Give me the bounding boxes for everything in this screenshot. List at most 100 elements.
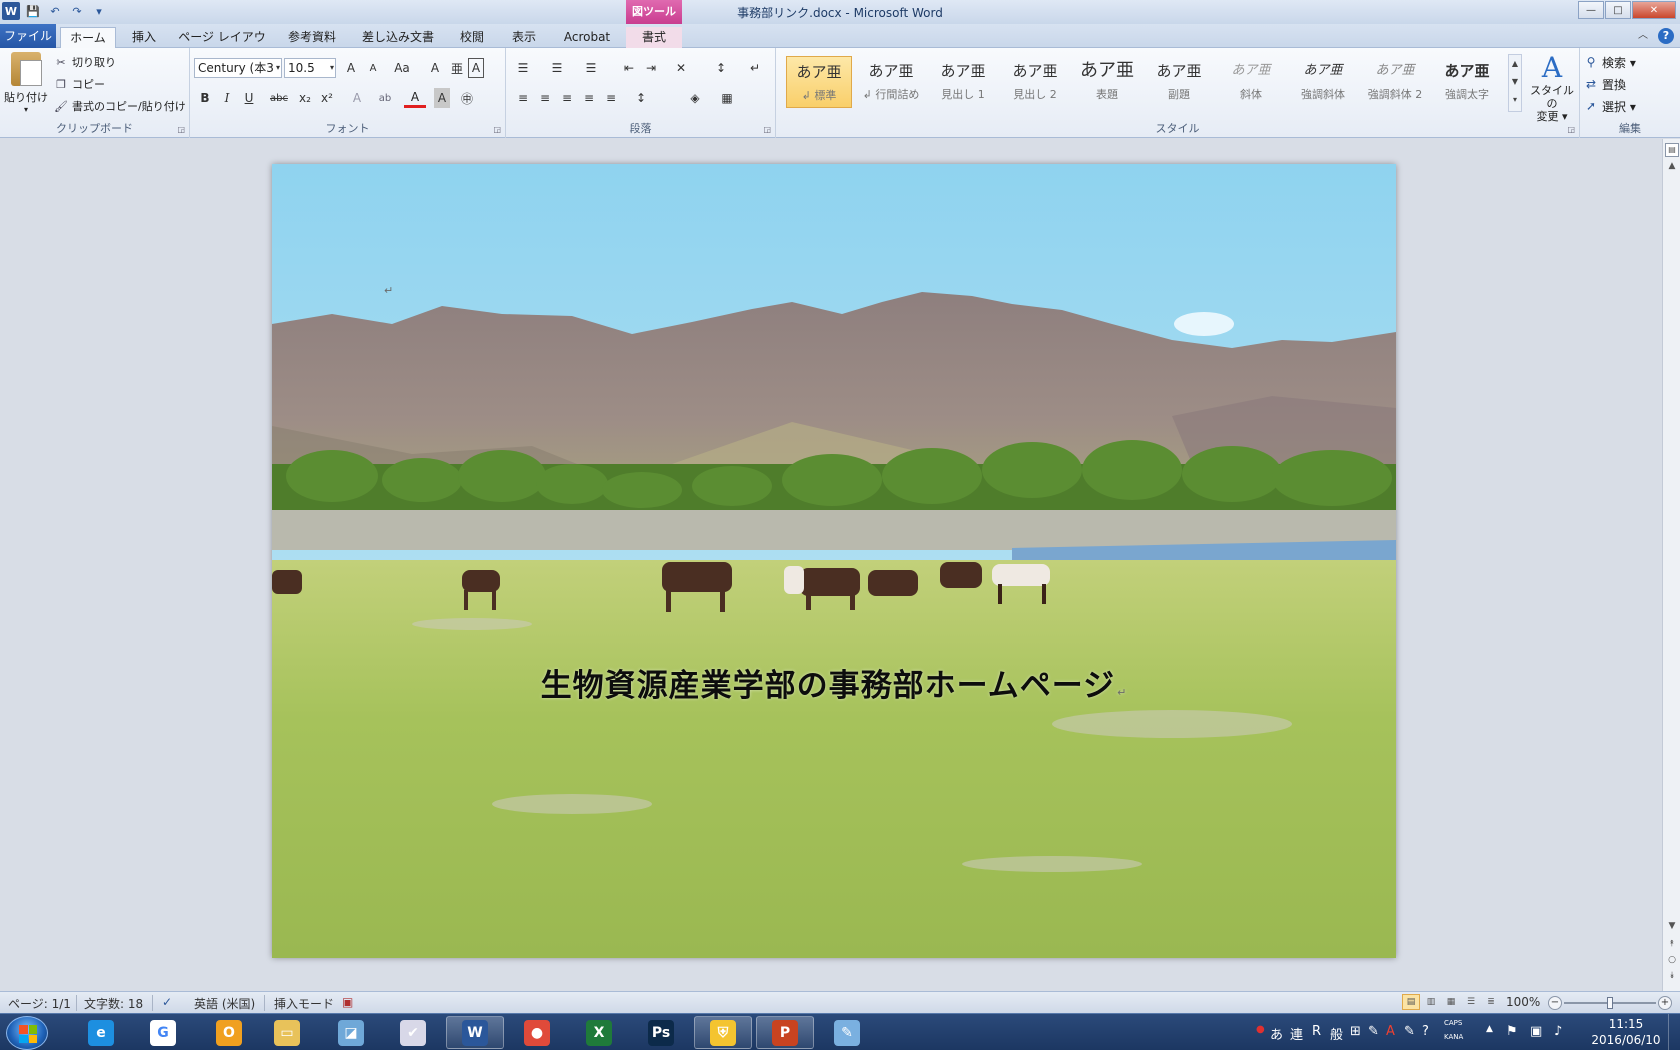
underline-button[interactable]: U bbox=[238, 88, 260, 108]
tab-insert[interactable]: 挿入 bbox=[124, 27, 164, 48]
proofing-icon[interactable]: ✓ bbox=[162, 995, 172, 1009]
ime-mode[interactable]: 般 bbox=[1330, 1024, 1343, 1043]
change-styles-button[interactable]: A スタイルの 変更 ▾ bbox=[1528, 52, 1576, 124]
draft-view-icon[interactable]: ≣ bbox=[1482, 994, 1500, 1010]
style-item-strong[interactable]: あア亜 強調太字 bbox=[1434, 56, 1500, 108]
help-icon[interactable]: ? bbox=[1658, 28, 1674, 44]
page-indicator[interactable]: ページ: 1/1 bbox=[8, 995, 71, 1012]
style-gallery-scroll[interactable]: ▲ ▼ ▾ bbox=[1508, 54, 1522, 112]
tab-view[interactable]: 表示 bbox=[504, 27, 544, 48]
taskbar-app-paint[interactable]: ✎ bbox=[818, 1016, 876, 1049]
font-launcher-icon[interactable]: ◲ bbox=[493, 125, 501, 134]
taskbar-app-excel[interactable]: X bbox=[570, 1016, 628, 1049]
taskbar-app-scheduler[interactable]: ✔ bbox=[384, 1016, 442, 1049]
char-shading-button[interactable]: A bbox=[434, 88, 450, 108]
cut-button[interactable]: ✂ 切り取り bbox=[54, 52, 116, 72]
tab-mailings[interactable]: 差し込み文書 bbox=[356, 27, 440, 48]
shrink-font-button[interactable]: A bbox=[362, 58, 384, 78]
taskbar-app-photoshop[interactable]: Ps bbox=[632, 1016, 690, 1049]
italic-button[interactable]: I bbox=[216, 88, 238, 108]
copy-button[interactable]: ❐ コピー bbox=[54, 74, 105, 94]
align-center-button[interactable]: ≡ bbox=[534, 88, 556, 108]
tab-acrobat[interactable]: Acrobat bbox=[556, 27, 618, 48]
style-item-heading-1[interactable]: あア亜 見出し 1 bbox=[930, 56, 996, 108]
taskbar-app-google[interactable]: G bbox=[134, 1016, 192, 1049]
format-painter-button[interactable]: 🖌 書式のコピー/貼り付け bbox=[54, 96, 186, 116]
multilevel-list-button[interactable]: ☰ bbox=[580, 58, 602, 78]
insert-mode-indicator[interactable]: 挿入モード bbox=[274, 995, 334, 1012]
ime-hiragana[interactable]: あ bbox=[1270, 1024, 1283, 1043]
action-center-flag-icon[interactable]: ⚑ bbox=[1506, 1024, 1518, 1039]
volume-icon[interactable]: ♪ bbox=[1554, 1024, 1562, 1039]
style-item-title[interactable]: あア亜 表題 bbox=[1074, 56, 1140, 108]
tab-page-layout[interactable]: ページ レイアウト bbox=[176, 27, 268, 64]
taskbar-app-powerpoint[interactable]: P bbox=[756, 1016, 814, 1049]
enclose-char-button[interactable]: ㊥ bbox=[456, 88, 478, 108]
full-screen-reading-icon[interactable]: ▥ bbox=[1422, 994, 1440, 1010]
distributed-button[interactable]: ≡ bbox=[600, 88, 622, 108]
taskbar-app-ie[interactable]: e bbox=[72, 1016, 130, 1049]
ime-pad-icon[interactable]: ⊞ bbox=[1350, 1024, 1361, 1039]
zoom-out-button[interactable]: − bbox=[1548, 996, 1562, 1010]
sort-button[interactable]: ↕ bbox=[710, 58, 732, 78]
align-left-button[interactable]: ≡ bbox=[512, 88, 534, 108]
replace-button[interactable]: ⇄ 置換 bbox=[1584, 74, 1626, 94]
tab-references[interactable]: 参考資料 bbox=[280, 27, 344, 48]
font-name-combo[interactable]: Century (本3 ▾ bbox=[194, 58, 282, 78]
highlight-button[interactable]: ab bbox=[374, 88, 396, 108]
minimize-button[interactable]: — bbox=[1578, 1, 1604, 19]
phonetic-guide-button[interactable]: 亜 bbox=[446, 58, 468, 78]
taskbar-app-security[interactable]: ⛨ bbox=[694, 1016, 752, 1049]
web-layout-icon[interactable]: ▦ bbox=[1442, 994, 1460, 1010]
show-hidden-icons[interactable]: ▲ bbox=[1486, 1024, 1493, 1034]
subscript-button[interactable]: x₂ bbox=[294, 88, 316, 108]
tab-review[interactable]: 校閲 bbox=[452, 27, 492, 48]
heading-text[interactable]: 生物資源産業学部の事務部ホームページ bbox=[541, 668, 1115, 704]
style-item-subtitle[interactable]: あア亜 副題 bbox=[1146, 56, 1212, 108]
select-button[interactable]: ➚ 選択 ▾ bbox=[1584, 96, 1636, 116]
macro-recording-icon[interactable]: ▣ bbox=[342, 995, 353, 1009]
style-item-heading-2[interactable]: あア亜 見出し 2 bbox=[1002, 56, 1068, 108]
scroll-up-icon[interactable]: ▲ bbox=[1665, 161, 1679, 171]
increase-indent-button[interactable]: ⇥ bbox=[640, 58, 662, 78]
tab-file[interactable]: ファイル bbox=[0, 24, 56, 48]
taskbar-app-word[interactable]: W bbox=[446, 1016, 504, 1049]
zoom-thumb[interactable] bbox=[1607, 997, 1613, 1009]
font-color-button[interactable]: A bbox=[404, 88, 426, 108]
zoom-in-button[interactable]: + bbox=[1658, 996, 1672, 1010]
style-item-intense-emphasis[interactable]: あア亜 強調斜体 2 bbox=[1362, 56, 1428, 108]
justify-button[interactable]: ≡ bbox=[578, 88, 600, 108]
change-case-button[interactable]: Aa bbox=[388, 58, 416, 78]
numbering-button[interactable]: ☰ bbox=[546, 58, 568, 78]
document-page[interactable]: ↵ 生物資源産業学部の事務部ホームページ ↵ bbox=[272, 164, 1396, 958]
start-button[interactable] bbox=[6, 1016, 48, 1050]
shading-button[interactable]: ◈ bbox=[684, 88, 706, 108]
clipboard-launcher-icon[interactable]: ◲ bbox=[177, 125, 185, 134]
document-heading[interactable]: 生物資源産業学部の事務部ホームページ ↵ bbox=[272, 660, 1396, 705]
bullets-button[interactable]: ☰ bbox=[512, 58, 534, 78]
ime-acrobat-icon[interactable]: A bbox=[1386, 1024, 1395, 1039]
line-spacing-button[interactable]: ↕ bbox=[630, 88, 652, 108]
borders-button[interactable]: ▦ bbox=[716, 88, 738, 108]
font-size-combo[interactable]: 10.5 ▾ bbox=[284, 58, 336, 78]
clear-formatting-button[interactable]: A bbox=[424, 58, 446, 78]
strikethrough-button[interactable]: abc bbox=[266, 88, 292, 108]
taskbar-app-outlook[interactable]: O bbox=[200, 1016, 258, 1049]
ime-r[interactable]: R bbox=[1312, 1024, 1321, 1039]
asian-layout-button[interactable]: ✕ bbox=[670, 58, 692, 78]
paste-button[interactable]: 貼り付け ▾ bbox=[4, 52, 48, 118]
style-item-no-spacing[interactable]: あア亜 ↲ 行間詰め bbox=[858, 56, 924, 108]
ime-record-icon[interactable]: ● bbox=[1256, 1024, 1265, 1035]
zoom-slider[interactable]: − + bbox=[1548, 996, 1672, 1010]
show-desktop-button[interactable] bbox=[1668, 1014, 1680, 1050]
ime-ren[interactable]: 連 bbox=[1290, 1024, 1303, 1043]
text-effects-button[interactable]: A bbox=[346, 88, 368, 108]
taskbar-app-notebook[interactable]: ◪ bbox=[322, 1016, 380, 1049]
superscript-button[interactable]: x² bbox=[316, 88, 338, 108]
tab-format[interactable]: 書式 bbox=[626, 27, 682, 48]
ruler-toggle-icon[interactable]: ▤ bbox=[1665, 143, 1679, 157]
styles-launcher-icon[interactable]: ◲ bbox=[1567, 125, 1575, 134]
tab-home[interactable]: ホーム bbox=[60, 27, 116, 48]
ime-help-icon[interactable]: ? bbox=[1422, 1024, 1429, 1039]
minimize-ribbon-icon[interactable]: ︿ bbox=[1638, 28, 1648, 44]
